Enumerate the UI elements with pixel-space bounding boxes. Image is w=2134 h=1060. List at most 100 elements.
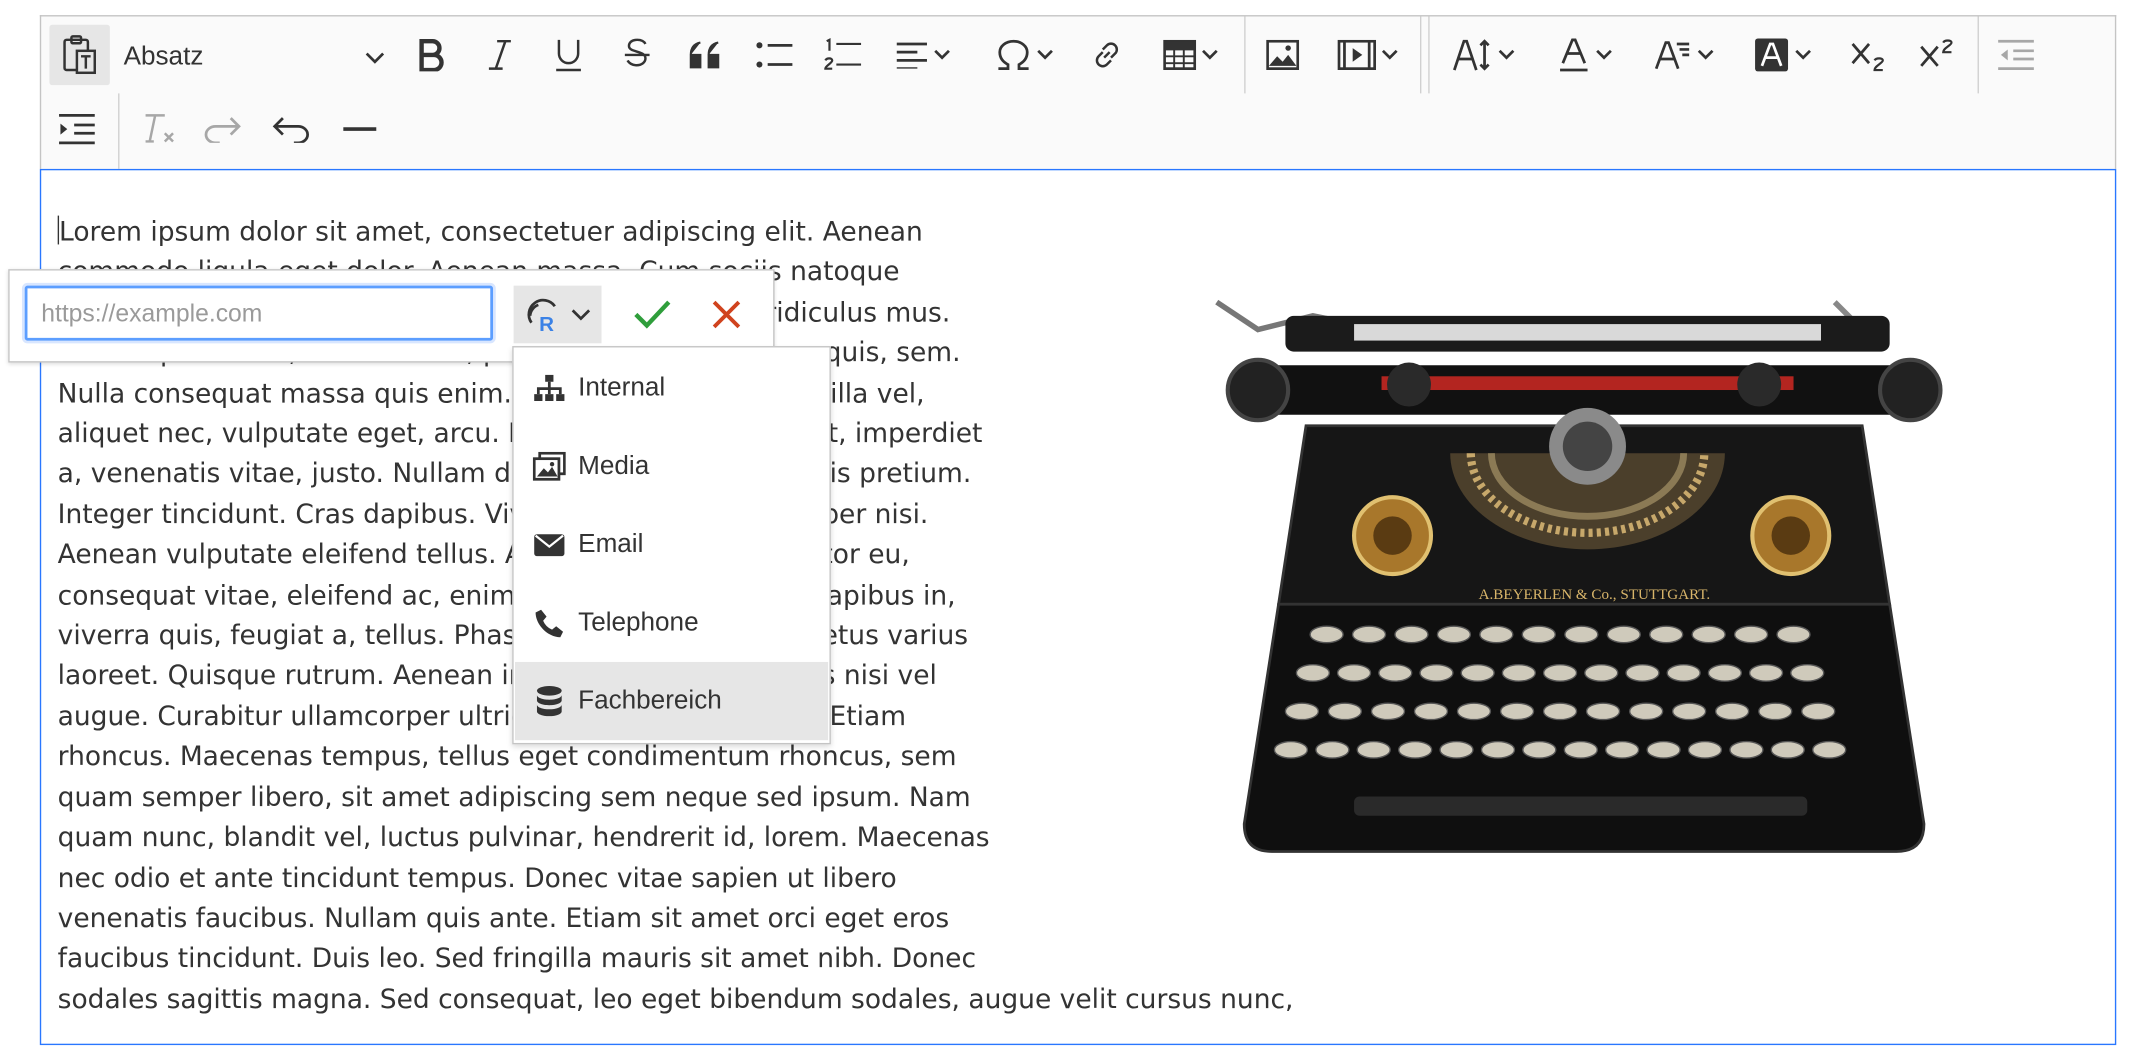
link-type-option-media[interactable]: Media (515, 427, 828, 505)
typewriter-key (1691, 625, 1726, 644)
italic-icon (488, 39, 511, 70)
media-icon (1337, 39, 1377, 71)
typewriter-key (1564, 625, 1599, 644)
chevron-down-icon (1037, 49, 1053, 60)
typewriter-key (1714, 702, 1750, 721)
typewriter-key (1758, 702, 1793, 721)
typewriter-key (1604, 740, 1640, 759)
bulleted-list-icon (756, 42, 793, 68)
typewriter-key (1646, 740, 1681, 759)
link-type-label: Internal (578, 372, 666, 402)
bulleted-list-button[interactable] (750, 30, 799, 79)
alignment-icon (896, 42, 927, 69)
font-background-color-dropdown[interactable] (1741, 30, 1823, 79)
paragraph-line: sodales sagittis magna. Sed consequat, l… (57, 982, 1294, 1015)
insert-image-button[interactable] (1258, 30, 1307, 79)
redo-button[interactable] (198, 104, 247, 153)
typewriter-key (1687, 740, 1723, 759)
bold-icon (419, 39, 444, 72)
heading-dropdown[interactable]: Absatz (124, 36, 385, 80)
subscript-icon (1851, 43, 1884, 72)
link-cancel-button[interactable] (696, 286, 756, 344)
paste-as-plain-text-icon (63, 35, 96, 75)
horizontal-line-icon (343, 127, 377, 131)
chevron-down-icon (1596, 49, 1612, 60)
redo-icon (204, 117, 241, 143)
insert-media-dropdown[interactable] (1327, 30, 1409, 79)
rich-text-editor: Absatz Lorem ipsum dolor sit amet, conse… (39, 15, 2117, 1046)
link-type-label: Email (578, 529, 644, 559)
typewriter-key (1542, 702, 1578, 721)
strikethrough-button[interactable] (612, 30, 661, 79)
blockquote-button[interactable] (681, 30, 730, 79)
paragraph-line: nec odio et ante tincidunt tempus. Donec… (57, 861, 897, 894)
typewriter-key (1284, 702, 1320, 721)
typewriter-key (1521, 625, 1556, 644)
strikethrough-icon (624, 38, 650, 67)
underline-button[interactable] (544, 30, 593, 79)
typewriter-key (1770, 740, 1805, 759)
typewriter-key (1801, 702, 1836, 721)
alignment-dropdown[interactable] (884, 30, 961, 79)
typewriter-key (1606, 625, 1641, 644)
typewriter-key (1370, 702, 1406, 721)
toolbar-separator (1977, 16, 1979, 94)
underline-icon (556, 39, 581, 72)
chevron-down-icon (571, 308, 591, 320)
database-icon (536, 685, 562, 716)
typewriter-key (1563, 740, 1598, 759)
bold-button[interactable] (406, 30, 455, 79)
superscript-button[interactable] (1912, 30, 1967, 79)
link-button[interactable] (1082, 30, 1131, 79)
indent-button[interactable] (52, 104, 101, 153)
paste-as-plain-text-button[interactable] (49, 24, 110, 86)
link-save-button[interactable] (622, 286, 682, 344)
typewriter-key (1501, 663, 1537, 682)
font-size-dropdown[interactable] (1442, 30, 1524, 79)
link-type-option-email[interactable]: Email (515, 505, 828, 583)
numbered-list-icon (824, 38, 862, 70)
editor-toolbar: Absatz (39, 15, 2117, 169)
font-color-icon (1560, 38, 1588, 72)
typewriter-key (1378, 663, 1413, 682)
link-type-option-telephone[interactable]: Telephone (515, 584, 828, 662)
font-color-dropdown[interactable] (1544, 30, 1626, 79)
chevron-down-icon (934, 49, 950, 60)
subscript-button[interactable] (1843, 30, 1898, 79)
typewriter-key (1790, 663, 1825, 682)
typewriter-key (1629, 702, 1664, 721)
typewriter-key (1295, 663, 1331, 682)
outdent-button[interactable] (1991, 30, 2040, 79)
font-family-icon (1654, 41, 1690, 70)
link-type-dropdown-button[interactable]: R (513, 285, 602, 344)
images-icon (532, 451, 566, 480)
font-family-dropdown[interactable] (1642, 30, 1724, 79)
typewriter-key (1439, 740, 1474, 759)
link-type-option-internal[interactable]: Internal (515, 349, 828, 427)
chevron-down-icon (1202, 49, 1218, 60)
numbered-list-button[interactable] (818, 30, 867, 79)
link-type-label: Telephone (578, 607, 699, 637)
typewriter-key (1413, 702, 1449, 721)
typewriter-key (1522, 740, 1557, 759)
typewriter-key (1584, 663, 1619, 682)
link-url-input[interactable] (24, 285, 494, 341)
typewriter-key (1707, 663, 1743, 682)
svg-text:R: R (539, 313, 554, 334)
link-type-option-fachbereich[interactable]: Fachbereich (514, 661, 829, 741)
undo-button[interactable] (266, 104, 315, 153)
typewriter-key (1499, 702, 1535, 721)
typewriter-key (1351, 625, 1387, 644)
typewriter-key (1666, 663, 1701, 682)
typewriter-image[interactable]: A.BEYERLEN & Co., STUTTGART. (1176, 275, 1986, 868)
remove-format-button[interactable] (135, 104, 184, 153)
toolbar-separator (1428, 16, 1430, 94)
special-characters-dropdown[interactable] (983, 30, 1065, 79)
font-background-color-icon (1755, 38, 1789, 72)
envelope-icon (534, 533, 565, 556)
indent-icon (59, 113, 95, 145)
typewriter-key (1585, 702, 1621, 721)
italic-button[interactable] (475, 30, 524, 79)
insert-table-dropdown[interactable] (1148, 30, 1233, 79)
horizontal-line-button[interactable] (335, 104, 384, 153)
